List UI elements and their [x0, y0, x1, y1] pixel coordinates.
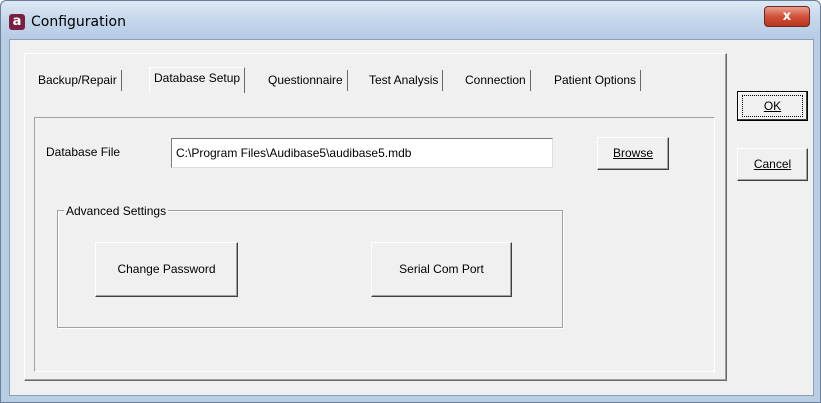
ok-label: OK	[763, 99, 782, 113]
tab-patient-options[interactable]: Patient Options	[550, 70, 642, 91]
serial-com-port-label: Serial Com Port	[399, 262, 484, 276]
database-path-input[interactable]	[171, 138, 553, 168]
ok-button[interactable]: OK	[737, 91, 808, 121]
tab-backup-repair[interactable]: Backup/Repair	[34, 70, 122, 91]
tab-label: Database Setup	[154, 71, 241, 85]
tab-connection[interactable]: Connection	[461, 70, 531, 91]
tab-label: Backup/Repair	[38, 73, 117, 87]
cancel-label: Cancel	[753, 157, 792, 171]
tab-label: Patient Options	[554, 73, 637, 87]
tab-label: Connection	[465, 73, 526, 87]
window-title: Configuration	[31, 14, 126, 30]
app-icon: a	[9, 14, 25, 30]
serial-com-port-button[interactable]: Serial Com Port	[371, 242, 512, 297]
cancel-button[interactable]: Cancel	[737, 148, 808, 181]
tab-questionnaire[interactable]: Questionnaire	[264, 70, 348, 91]
title-bar[interactable]: a Configuration x	[1, 1, 820, 39]
tab-label: Questionnaire	[268, 73, 343, 87]
close-icon: x	[782, 9, 792, 24]
tab-test-analysis[interactable]: Test Analysis	[365, 70, 444, 91]
tab-label: Test Analysis	[369, 73, 439, 87]
close-button[interactable]: x	[764, 6, 810, 27]
database-file-label: Database File	[46, 145, 121, 159]
advanced-settings-title: Advanced Settings	[64, 204, 169, 218]
browse-label: Browse	[612, 146, 653, 160]
change-password-button[interactable]: Change Password	[95, 242, 238, 297]
browse-button[interactable]: Browse	[597, 137, 669, 170]
tab-database-setup[interactable]: Database Setup	[149, 67, 246, 93]
change-password-label: Change Password	[117, 262, 216, 276]
